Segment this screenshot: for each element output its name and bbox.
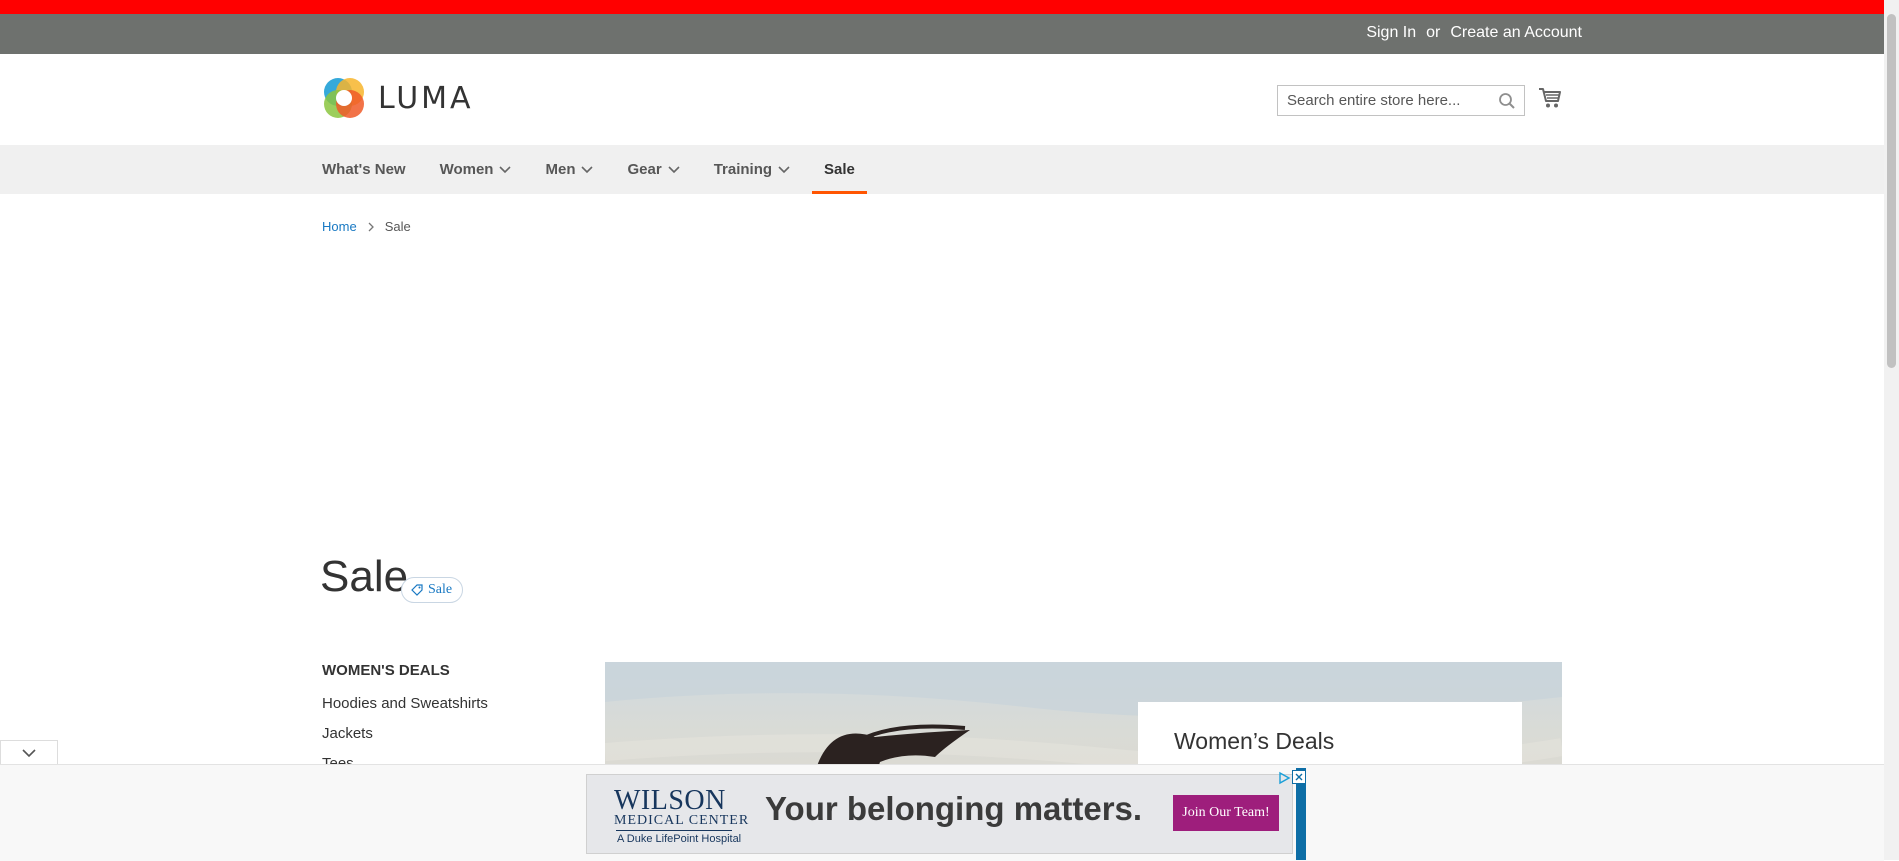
chevron-down-icon	[668, 165, 680, 173]
nav-label: Training	[713, 161, 773, 178]
nav-label: Gear	[627, 161, 662, 178]
nav-item-men[interactable]: Men	[545, 145, 605, 194]
nav-label: Women	[439, 161, 494, 178]
or-text: or	[1426, 24, 1441, 41]
nav-item-sale[interactable]: Sale	[812, 145, 867, 194]
ad-headline: Your belonging matters.	[765, 790, 1143, 827]
tag-icon	[411, 584, 423, 596]
nav-label: Sale	[824, 161, 855, 178]
nav-item-gear[interactable]: Gear	[627, 145, 691, 194]
create-account-link[interactable]: Create an Account	[1450, 24, 1582, 42]
page-title: Sale	[320, 552, 409, 601]
hero-card-title: Women’s Deals	[1174, 728, 1335, 754]
main-nav: What's New Women Men Gear Training Sale	[322, 145, 889, 194]
ad-cta-button[interactable]: Join Our Team!	[1173, 795, 1279, 831]
breadcrumb: Home Sale	[322, 219, 411, 234]
main-nav-bar	[0, 145, 1884, 194]
ad-brand-sub: MEDICAL CENTER	[614, 813, 750, 828]
nav-item-women[interactable]: Women	[440, 145, 524, 194]
close-icon	[1295, 773, 1303, 781]
breadcrumb-home[interactable]: Home	[322, 219, 357, 234]
breadcrumb-current: Sale	[384, 219, 411, 234]
chevron-down-icon	[778, 165, 790, 173]
search-icon[interactable]	[1498, 92, 1516, 110]
logo-text: LUMA	[378, 80, 474, 116]
page-header	[0, 54, 1884, 145]
ad-banner[interactable]: WILSON MEDICAL CENTER A Duke LifePoint H…	[586, 774, 1293, 854]
chevron-down-icon	[22, 748, 36, 757]
chevron-right-icon	[368, 222, 374, 231]
scrollbar-thumb[interactable]	[1887, 14, 1896, 368]
search-input[interactable]	[1278, 86, 1497, 115]
chevron-down-icon	[581, 165, 594, 173]
sale-badge[interactable]: Sale	[401, 577, 464, 603]
sidebar-title: WOMEN'S DEALS	[322, 662, 450, 679]
chevron-down-icon	[499, 165, 512, 173]
ad-choices-icon[interactable]	[1277, 771, 1291, 785]
sidebar-link-hoodies[interactable]: Hoodies and Sweatshirts	[322, 689, 572, 719]
search-box	[1277, 85, 1525, 116]
top-panel	[0, 14, 1884, 54]
header-links: Sign In or Create an Account	[1366, 24, 1582, 42]
sidebar-link-jackets[interactable]: Jackets	[322, 719, 572, 749]
nav-label: Men	[545, 161, 576, 178]
cart-icon[interactable]	[1538, 86, 1562, 110]
sign-in-link[interactable]: Sign In	[1366, 24, 1416, 42]
nav-label: What's New	[322, 161, 406, 178]
ad-divider	[616, 830, 732, 831]
ad-close-button[interactable]	[1292, 770, 1306, 784]
sale-badge-label: Sale	[428, 582, 453, 597]
top-red-bar	[0, 0, 1884, 14]
ad-collapse-button[interactable]	[0, 740, 58, 765]
logo-mark-icon	[324, 78, 364, 118]
nav-item-training[interactable]: Training	[714, 145, 802, 194]
sidebar: WOMEN'S DEALS Hoodies and Sweatshirts Ja…	[322, 662, 572, 779]
ad-brand-tagline: A Duke LifePoint Hospital	[617, 833, 742, 845]
nav-item-whats-new[interactable]: What's New	[322, 145, 418, 194]
luma-logo[interactable]: LUMA	[322, 76, 474, 120]
